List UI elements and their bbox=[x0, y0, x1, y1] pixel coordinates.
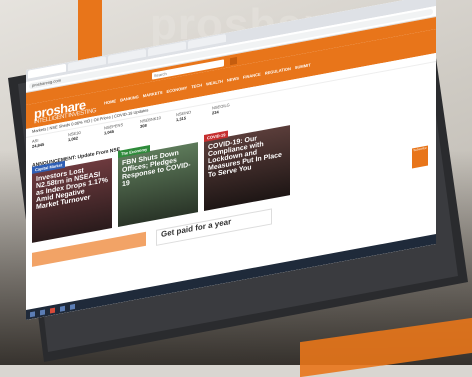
nav-item[interactable]: WEALTH bbox=[206, 78, 223, 86]
search-button[interactable] bbox=[230, 56, 237, 65]
market-stat: NSEOILG 234 bbox=[212, 100, 240, 127]
tablet-device: proshareng.com Search proshare INTELLIGE… bbox=[0, 0, 472, 365]
app-icon[interactable] bbox=[60, 305, 65, 312]
news-card[interactable]: COVID-19 COVID-19: Our Compliance with L… bbox=[204, 125, 290, 212]
news-card[interactable]: Capital Market Investors Lost N2.58trn i… bbox=[32, 158, 112, 243]
app-icon[interactable] bbox=[50, 307, 55, 314]
nav-item[interactable]: TECH bbox=[191, 82, 202, 89]
market-stat: NSEPENS 1,045 bbox=[104, 120, 132, 147]
card-title: Investors Lost N2.58trn in NSEASI as Ind… bbox=[36, 167, 108, 212]
market-stat: ASI 24,845 bbox=[32, 134, 60, 161]
app-icon[interactable] bbox=[70, 303, 75, 310]
nav-item[interactable]: FINANCE bbox=[243, 71, 261, 79]
nav-item[interactable]: NEWS bbox=[227, 75, 239, 82]
market-stat: NSEIND 1,315 bbox=[176, 107, 204, 134]
nav-item[interactable]: HOME bbox=[104, 98, 116, 105]
nav-item[interactable]: MARKETS bbox=[143, 89, 163, 98]
nav-item[interactable]: REGULATION bbox=[265, 65, 291, 75]
nav-item[interactable]: SUMMIT bbox=[295, 62, 311, 70]
market-stat: NSEBNK10 308 bbox=[140, 114, 168, 141]
nav-item[interactable]: BANKING bbox=[120, 94, 139, 102]
card-title: COVID-19: Our Compliance with Lockdown a… bbox=[208, 135, 282, 180]
app-icon[interactable] bbox=[40, 308, 45, 315]
card-title: FBN Shuts Down Offices; Pledges Response… bbox=[122, 149, 191, 189]
nav-item[interactable]: ECONOMY bbox=[167, 85, 188, 94]
start-icon[interactable] bbox=[30, 310, 35, 317]
news-card[interactable]: The Economy FBN Shuts Down Offices; Pled… bbox=[118, 142, 198, 227]
subscribe-button[interactable]: Subscribe bbox=[412, 145, 428, 169]
market-stat: NSE30 1,062 bbox=[68, 127, 96, 154]
